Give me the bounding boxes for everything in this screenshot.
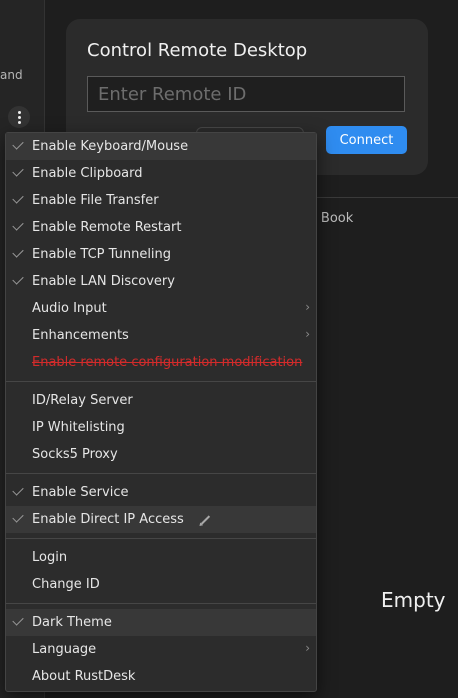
menu-separator — [6, 538, 316, 539]
menu-item-label: Enable Remote Restart — [32, 220, 182, 235]
menu-item[interactable]: Audio Input › — [6, 295, 316, 322]
menu-item[interactable]: Enable Remote Restart — [6, 214, 316, 241]
menu-item[interactable]: Enable TCP Tunneling — [6, 241, 316, 268]
card-title: Control Remote Desktop — [87, 40, 308, 61]
menu-item[interactable]: Enhancements › — [6, 322, 316, 349]
check-icon — [12, 246, 24, 258]
menu-item[interactable]: IP Whitelisting — [6, 414, 316, 441]
left-panel-text: and — [0, 68, 23, 82]
menu-item-label: Change ID — [32, 577, 100, 592]
menu-item-label: Enable Keyboard/Mouse — [32, 139, 189, 154]
menu-separator — [6, 473, 316, 474]
check-icon — [12, 484, 24, 496]
menu-item-label: Enable Direct IP Access — [32, 512, 184, 527]
menu-item-label: Socks5 Proxy — [32, 447, 118, 462]
menu-item[interactable]: Change ID — [6, 571, 316, 598]
menu-item[interactable]: Socks5 Proxy — [6, 441, 316, 468]
menu-item-label: IP Whitelisting — [32, 420, 125, 435]
menu-item[interactable]: Enable Clipboard — [6, 160, 316, 187]
menu-item[interactable]: Login — [6, 544, 316, 571]
check-icon — [12, 138, 24, 150]
remote-id-input[interactable] — [87, 76, 405, 112]
menu-item[interactable]: Enable LAN Discovery — [6, 268, 316, 295]
chevron-right-icon: › — [305, 300, 310, 314]
check-icon — [12, 192, 24, 204]
menu-item-label: Login — [32, 550, 68, 565]
empty-label: Empty — [381, 588, 446, 612]
menu-item[interactable]: Enable Keyboard/Mouse — [6, 133, 316, 160]
menu-item-label: Enable Service — [32, 485, 129, 500]
menu-item-label: Enable LAN Discovery — [32, 274, 175, 289]
menu-item[interactable]: Dark Theme — [6, 609, 316, 636]
menu-item[interactable]: Language › — [6, 636, 316, 663]
check-icon — [12, 219, 24, 231]
menu-item-label: ID/Relay Server — [32, 393, 133, 408]
connect-button[interactable]: Connect — [326, 126, 407, 154]
menu-item-label: About RustDesk — [32, 669, 136, 684]
chevron-right-icon: › — [305, 641, 310, 655]
menu-item[interactable]: Enable Direct IP Access — [6, 506, 316, 533]
menu-item-label: Enable TCP Tunneling — [32, 247, 172, 262]
menu-item-label: Enhancements — [32, 328, 129, 343]
menu-item-label: Dark Theme — [32, 615, 112, 630]
check-icon — [12, 614, 24, 626]
more-menu-button[interactable] — [8, 106, 30, 128]
menu-item[interactable]: Enable File Transfer — [6, 187, 316, 214]
menu-item[interactable]: About RustDesk — [6, 663, 316, 690]
check-icon — [12, 273, 24, 285]
menu-item-label: Enable remote configuration modification — [32, 355, 303, 370]
menu-item[interactable]: Enable Service — [6, 479, 316, 506]
check-icon — [12, 165, 24, 177]
menu-item-label: Audio Input — [32, 301, 107, 316]
edit-icon[interactable] — [200, 514, 210, 525]
menu-separator — [6, 381, 316, 382]
menu-item[interactable]: Enable remote configuration modification — [6, 349, 316, 376]
menu-item-label: Language — [32, 642, 97, 657]
menu-item-label: Enable File Transfer — [32, 193, 159, 208]
settings-dropdown-menu: Enable Keyboard/Mouse Enable Clipboard Ena… — [5, 132, 317, 692]
menu-item[interactable]: ID/Relay Server — [6, 387, 316, 414]
check-icon — [12, 511, 24, 523]
menu-separator — [6, 603, 316, 604]
more-vertical-icon — [17, 110, 21, 124]
chevron-right-icon: › — [305, 327, 310, 341]
menu-item-label: Enable Clipboard — [32, 166, 143, 181]
